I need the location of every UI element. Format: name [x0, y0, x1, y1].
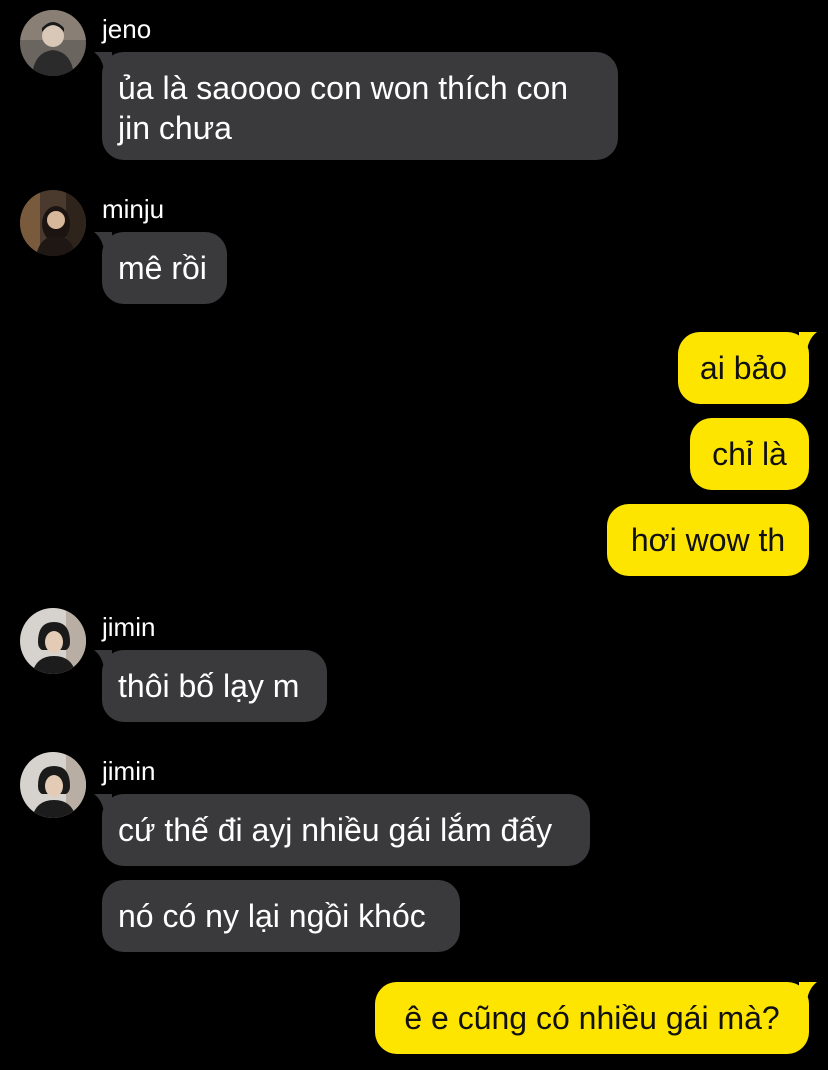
- bubble-tail-icon: [94, 232, 112, 250]
- message-text: mê rồi: [118, 250, 207, 286]
- message-bubble[interactable]: ủa là saoooo con won thích con jin chưa: [94, 52, 618, 160]
- message-bubble[interactable]: mê rồi: [94, 232, 227, 304]
- message-text: chỉ là: [712, 436, 787, 472]
- outgoing-message-bubble[interactable]: ê e cũng có nhiều gái mà?: [375, 982, 817, 1054]
- message-text: ủa là saoooo con won thích con jin chưa: [118, 70, 569, 146]
- sender-name: jeno: [102, 14, 152, 44]
- sender-name: minju: [102, 194, 165, 224]
- profile-photo-icon: [20, 608, 86, 674]
- message-text: nó có ny lại ngồi khóc: [118, 898, 426, 934]
- sender-name: jimin: [102, 612, 156, 642]
- avatar-jimin[interactable]: [20, 752, 86, 818]
- outgoing-message-bubble[interactable]: hơi wow th: [607, 504, 809, 576]
- message-text: ê e cũng có nhiều gái mà?: [404, 1000, 780, 1036]
- outgoing-message-bubble[interactable]: ai bảo: [678, 332, 817, 404]
- profile-photo-icon: [20, 10, 86, 76]
- outgoing-message-bubble[interactable]: chỉ là: [690, 418, 809, 490]
- bubble-tail-icon: [94, 794, 112, 812]
- bubble-tail-icon: [94, 52, 112, 70]
- message-text: thôi bố lạy m: [118, 668, 300, 704]
- message-text: hơi wow th: [630, 522, 786, 558]
- message-bubble[interactable]: cứ thế đi ayj nhiều gái lắm đấy: [94, 794, 590, 866]
- profile-photo-icon: [20, 190, 86, 256]
- message-text: ai bảo: [699, 350, 788, 386]
- message-bubble[interactable]: nó có ny lại ngồi khóc: [102, 880, 460, 952]
- message-text: cứ thế đi ayj nhiều gái lắm đấy: [118, 812, 553, 848]
- bubble-tail-icon: [799, 332, 817, 350]
- bubble-tail-icon: [799, 982, 817, 1000]
- avatar-minju[interactable]: [20, 190, 86, 256]
- profile-photo-icon: [20, 752, 86, 818]
- avatar-jeno[interactable]: [20, 10, 86, 76]
- message-bubble[interactable]: thôi bố lạy m: [94, 650, 327, 722]
- bubble-tail-icon: [94, 650, 112, 668]
- avatar-jimin[interactable]: [20, 608, 86, 674]
- sender-name: jimin: [102, 756, 156, 786]
